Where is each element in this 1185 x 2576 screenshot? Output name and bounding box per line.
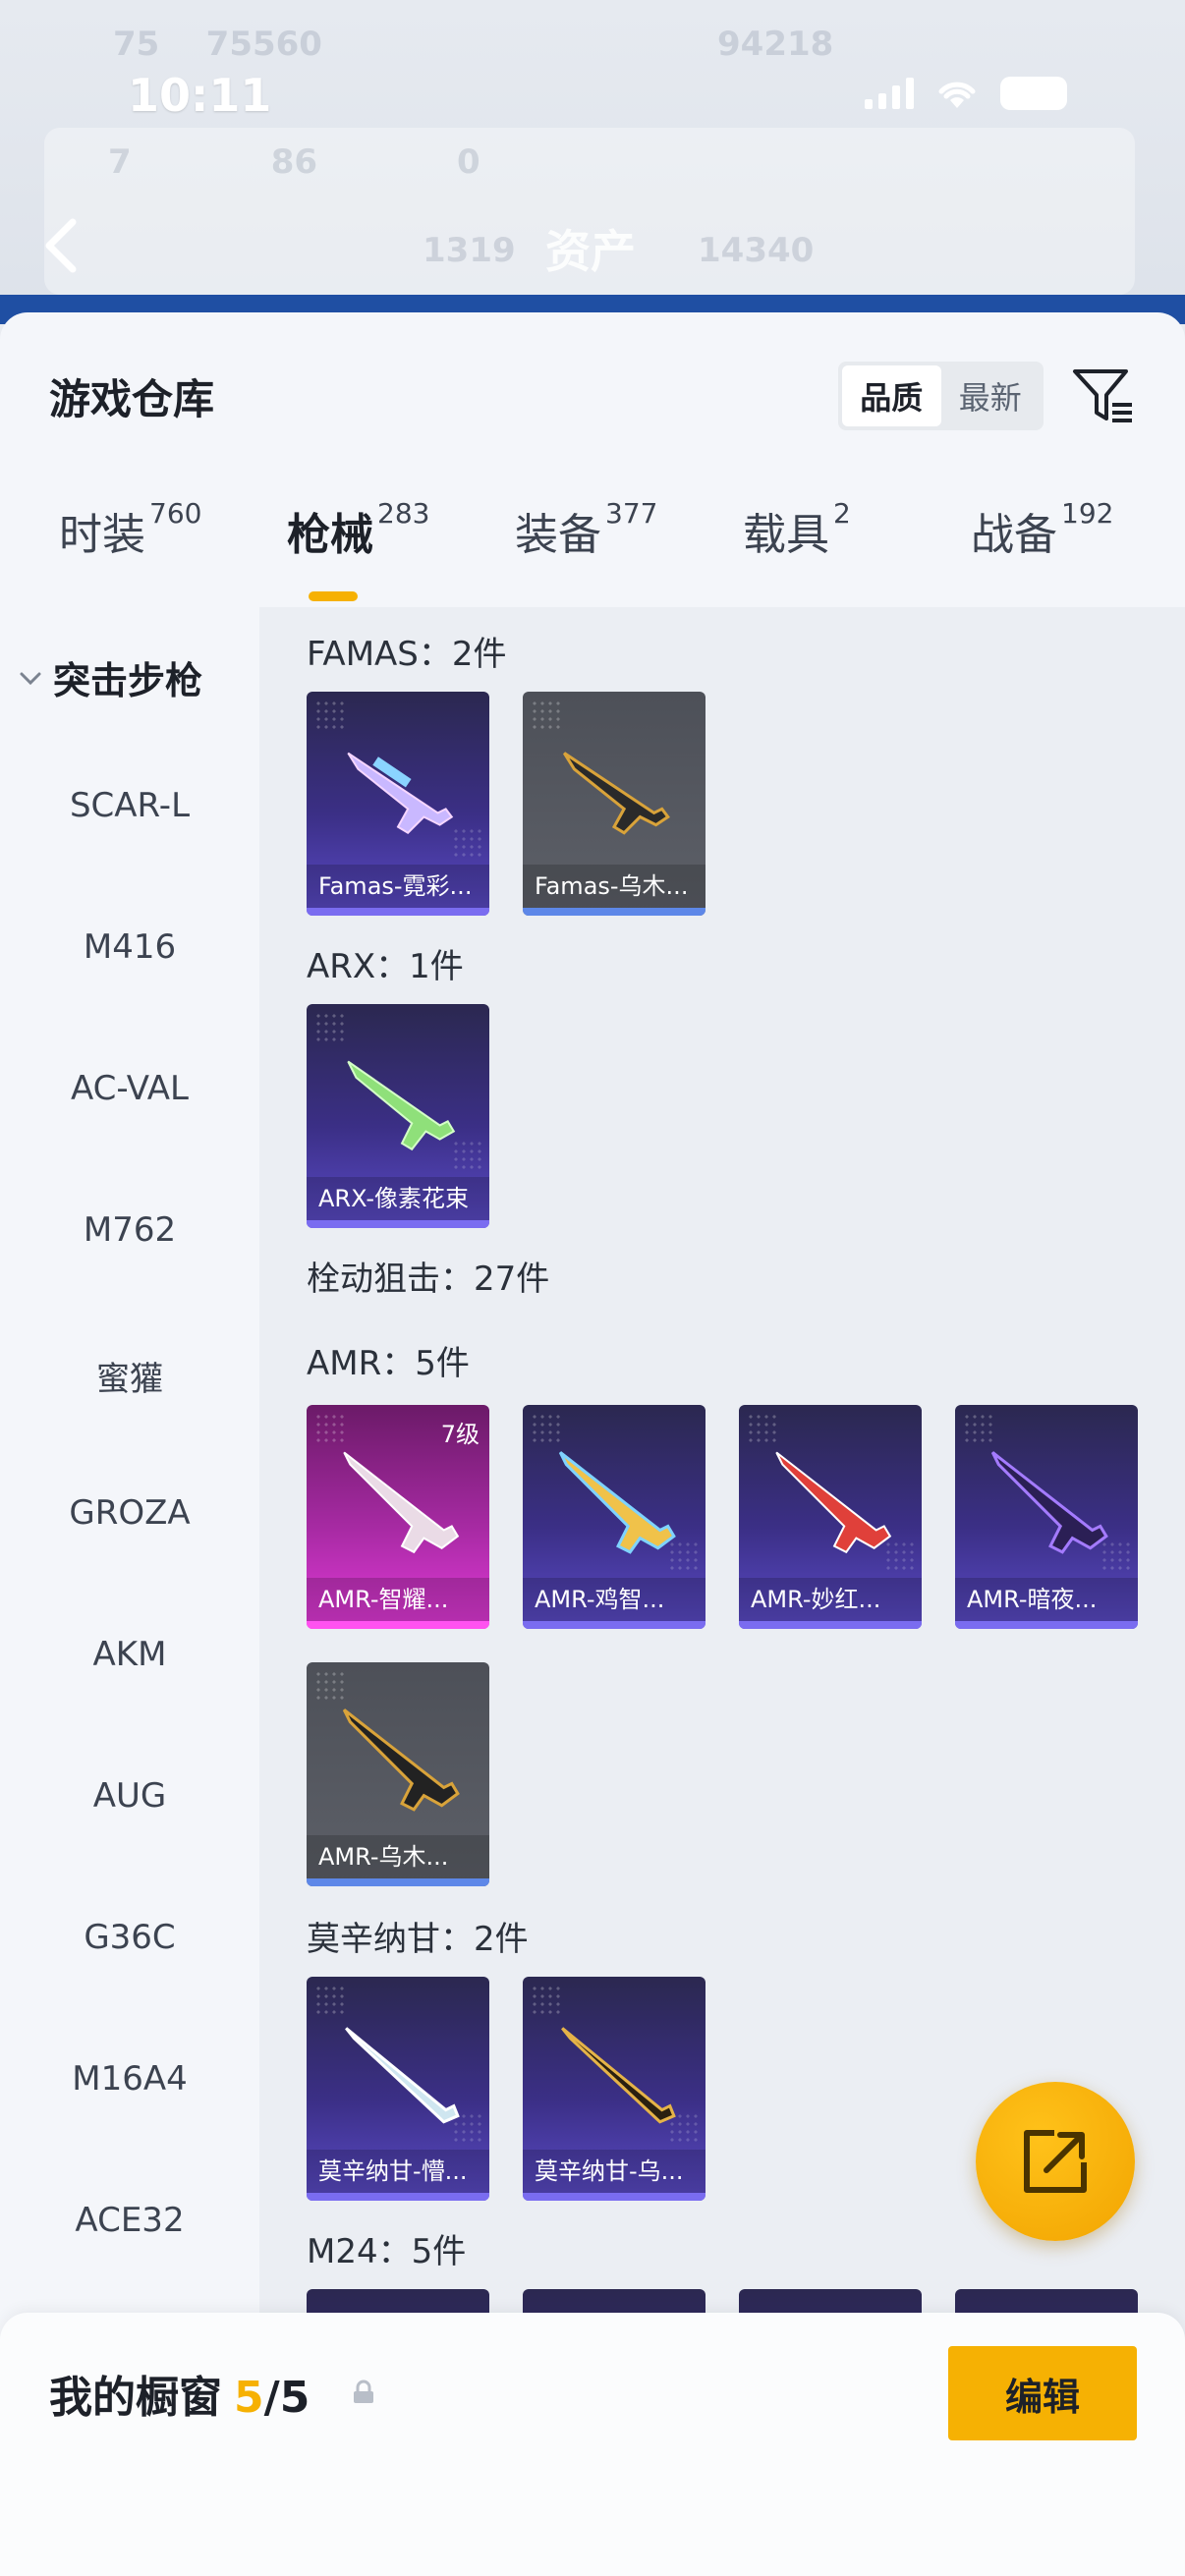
showcase-title-text: 我的橱窗 bbox=[49, 2373, 222, 2423]
sidebar-item-m16a4[interactable]: M16A4 bbox=[0, 2059, 259, 2099]
status-time: 10:11 bbox=[128, 69, 272, 122]
sniper-rifle-icon bbox=[342, 1708, 460, 1812]
group-label-famas: FAMAS：2件 bbox=[307, 635, 507, 674]
battery-icon bbox=[1000, 77, 1067, 110]
lock-icon bbox=[354, 2380, 373, 2403]
filter-icon[interactable] bbox=[1071, 364, 1136, 428]
weapon-skin-list: FAMAS：2件 Famas-霓彩... Famas-乌木... ARX：1件 … bbox=[259, 607, 1185, 2576]
tab-fashion[interactable]: 时装 760 bbox=[59, 497, 202, 562]
tab-vehicles[interactable]: 载具 2 bbox=[743, 497, 851, 562]
tab-firearms[interactable]: 枪械 283 bbox=[287, 497, 430, 562]
tab-label: 时装 bbox=[59, 510, 145, 560]
skin-name: AMR-暗夜... bbox=[955, 1578, 1138, 1621]
skin-card[interactable]: AMR-乌木... bbox=[307, 1662, 489, 1886]
wifi-icon bbox=[938, 82, 976, 108]
sniper-rifle-icon bbox=[345, 2027, 460, 2124]
showcase-count: 5 bbox=[234, 2373, 264, 2423]
skin-card[interactable]: Famas-乌木... bbox=[523, 692, 705, 916]
skin-card[interactable]: Famas-霓彩... bbox=[307, 692, 489, 916]
share-button[interactable] bbox=[976, 2082, 1135, 2241]
background-faint-text: 7 86 0 bbox=[108, 142, 480, 182]
sidebar-item-aug[interactable]: AUG bbox=[0, 1776, 259, 1816]
group-label-m24: M24：5件 bbox=[307, 2232, 467, 2271]
group-label-mosin: 莫辛纳甘：2件 bbox=[307, 1920, 529, 1959]
background-faint-text: 94218 bbox=[717, 25, 834, 64]
tab-supplies[interactable]: 战备 192 bbox=[971, 497, 1114, 562]
sidebar-item-ac-val[interactable]: AC-VAL bbox=[0, 1069, 259, 1108]
tab-count: 760 bbox=[149, 497, 202, 530]
sidebar-item-g36c[interactable]: G36C bbox=[0, 1918, 259, 1957]
tab-label: 枪械 bbox=[287, 510, 373, 560]
skin-name: Famas-霓彩... bbox=[307, 865, 489, 908]
signal-icon bbox=[865, 78, 914, 109]
showcase-bar: 我的橱窗 5 /5 编辑 bbox=[0, 2313, 1185, 2576]
weapon-type-sidebar: 突击步枪 SCAR-L M416 AC-VAL M762 蜜獾 GROZA AK… bbox=[0, 607, 259, 2576]
group-label-amr: AMR：5件 bbox=[307, 1344, 470, 1383]
category-tabs: 时装 760 枪械 283 装备 377 载具 2 战备 192 bbox=[0, 497, 1185, 601]
skin-card[interactable]: 莫辛纳甘-懵... bbox=[307, 1977, 489, 2201]
tab-count: 283 bbox=[377, 497, 430, 530]
sniper-rifle-icon bbox=[561, 2027, 676, 2124]
skin-name: AMR-智耀... bbox=[307, 1578, 489, 1621]
sidebar-group-label: 突击步枪 bbox=[53, 659, 203, 702]
tab-label: 装备 bbox=[515, 510, 601, 560]
tab-count: 377 bbox=[605, 497, 658, 530]
skin-card[interactable]: AMR-妙红... bbox=[739, 1405, 922, 1629]
status-bar: 10:11 bbox=[0, 59, 1185, 138]
skin-card[interactable]: 莫辛纳甘-乌... bbox=[523, 1977, 705, 2201]
background-page-title: 资产 bbox=[545, 225, 636, 278]
sheet-title: 游戏仓库 bbox=[49, 375, 215, 423]
sidebar-group-assault-rifles[interactable]: 突击步枪 bbox=[18, 650, 202, 704]
background-faint-text: 75 75560 bbox=[113, 25, 322, 64]
rifle-icon bbox=[347, 1060, 456, 1151]
skin-name: Famas-乌木... bbox=[523, 865, 705, 908]
tab-label: 战备 bbox=[971, 510, 1057, 560]
sort-option-quality[interactable]: 品质 bbox=[842, 365, 941, 426]
sniper-rifle-icon bbox=[990, 1451, 1108, 1554]
sidebar-item-akm[interactable]: AKM bbox=[0, 1635, 259, 1674]
background-faint-text: 14340 bbox=[698, 231, 815, 270]
sidebar-item-m762[interactable]: M762 bbox=[0, 1210, 259, 1250]
sidebar-item-ace32[interactable]: ACE32 bbox=[0, 2201, 259, 2240]
sidebar-item-m416[interactable]: M416 bbox=[0, 927, 259, 967]
group-label-arx: ARX：1件 bbox=[307, 947, 464, 986]
tab-count: 2 bbox=[833, 497, 851, 530]
showcase-title: 我的橱窗 5 /5 bbox=[49, 2362, 310, 2425]
skin-card[interactable]: AMR-鸡智... bbox=[523, 1405, 705, 1629]
active-tab-indicator bbox=[309, 591, 358, 601]
rifle-icon bbox=[562, 752, 670, 835]
sniper-rifle-icon bbox=[775, 1451, 892, 1554]
skin-card[interactable]: 7级 AMR-智耀... bbox=[307, 1405, 489, 1629]
tab-label: 载具 bbox=[743, 510, 829, 560]
skin-name: AMR-鸡智... bbox=[523, 1578, 705, 1621]
sidebar-item-honey-badger[interactable]: 蜜獾 bbox=[0, 1352, 259, 1400]
rifle-icon bbox=[347, 752, 454, 834]
showcase-total: /5 bbox=[263, 2373, 310, 2423]
skin-card[interactable]: ARX-像素花束 bbox=[307, 1004, 489, 1228]
edit-button[interactable]: 编辑 bbox=[948, 2346, 1137, 2440]
share-icon bbox=[1024, 2130, 1087, 2193]
skin-name: 莫辛纳甘-乌... bbox=[523, 2150, 705, 2193]
skin-name: ARX-像素花束 bbox=[307, 1177, 489, 1220]
group-label-bolt-action: 栓动狙击：27件 bbox=[307, 1260, 550, 1299]
skin-name: AMR-妙红... bbox=[739, 1578, 922, 1621]
sort-toggle: 品质 最新 bbox=[838, 362, 1044, 430]
chevron-down-icon bbox=[20, 672, 41, 685]
skin-card[interactable]: AMR-暗夜... bbox=[955, 1405, 1138, 1629]
background-faint-text: 1319 bbox=[423, 231, 516, 270]
sniper-rifle-icon bbox=[343, 1451, 460, 1554]
tab-count: 192 bbox=[1061, 497, 1114, 530]
back-icon[interactable] bbox=[39, 216, 83, 275]
warehouse-sheet: 游戏仓库 品质 最新 时装 760 枪械 283 装备 377 载具 2 战备 … bbox=[0, 312, 1185, 2576]
sort-option-newest[interactable]: 最新 bbox=[941, 365, 1041, 426]
sidebar-item-groza[interactable]: GROZA bbox=[0, 1493, 259, 1533]
tab-equipment[interactable]: 装备 377 bbox=[515, 497, 658, 562]
sidebar-item-scar-l[interactable]: SCAR-L bbox=[0, 786, 259, 825]
skin-name: 莫辛纳甘-懵... bbox=[307, 2150, 489, 2193]
skin-name: AMR-乌木... bbox=[307, 1835, 489, 1878]
sniper-rifle-icon bbox=[558, 1451, 676, 1554]
